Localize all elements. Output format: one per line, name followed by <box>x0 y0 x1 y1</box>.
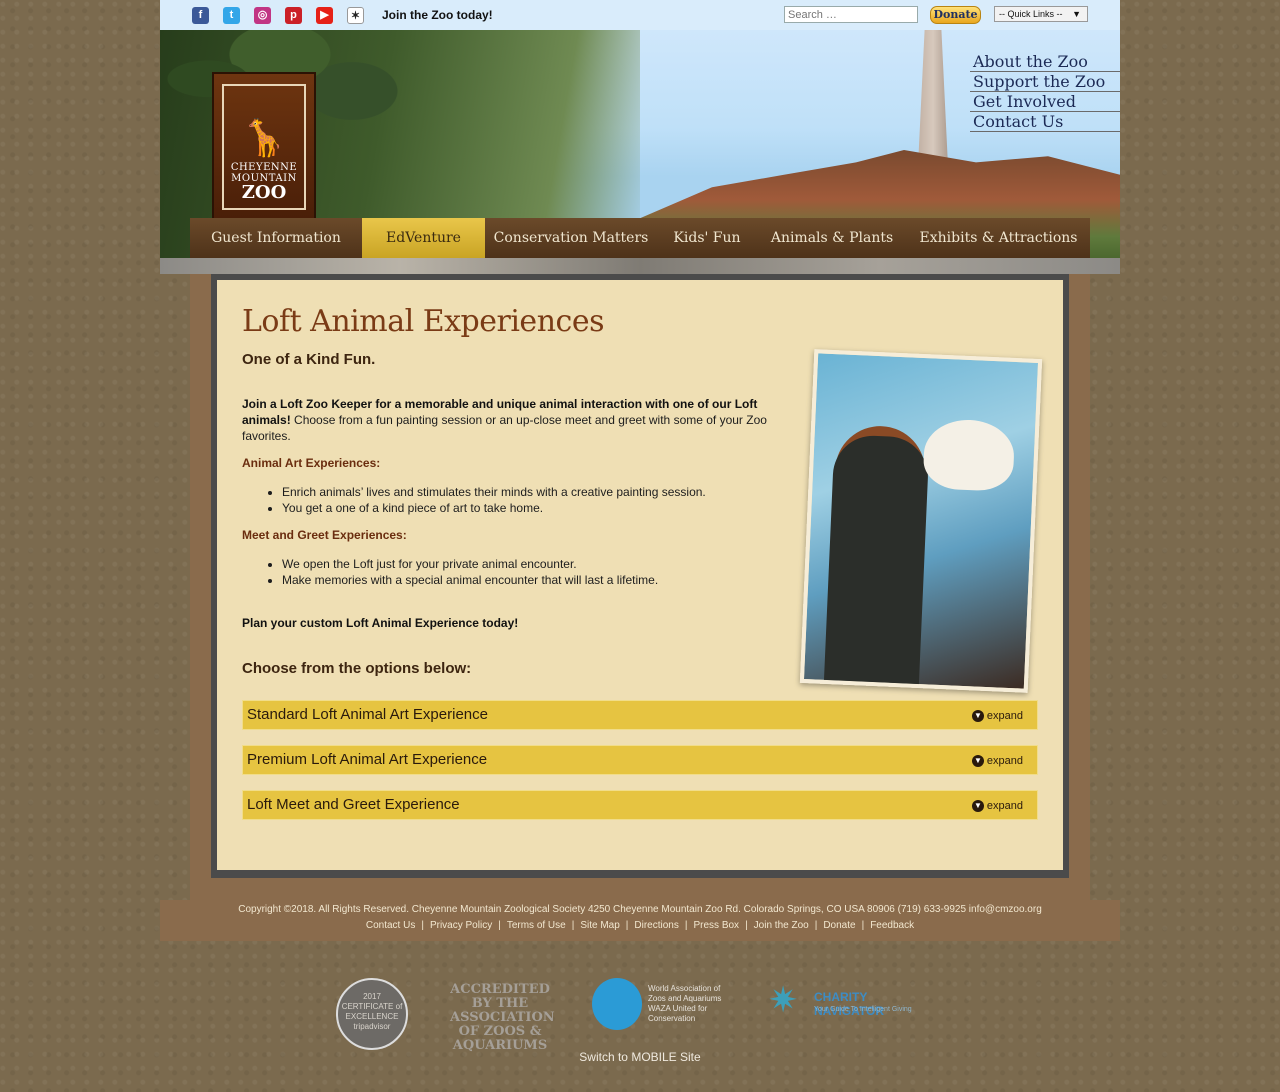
footer-link[interactable]: Privacy Policy <box>430 920 492 931</box>
expand-label: expand <box>986 755 1023 767</box>
copyright: Copyright ©2018. All Rights Reserved. Ch… <box>238 904 1042 915</box>
nav-animals-plants[interactable]: Animals & Plants <box>757 218 907 258</box>
accordion-title: Standard Loft Animal Art Experience <box>247 706 488 723</box>
nav-guest-information[interactable]: Guest Information <box>190 218 362 258</box>
header-banner: 🦒 CHEYENNE MOUNTAIN ZOO About the Zoo Su… <box>160 30 1120 274</box>
footer-links: Contact Us | Privacy Policy | Terms of Use | S… <box>160 920 1120 931</box>
join-zoo-link[interactable]: Join the Zoo today! <box>382 8 493 22</box>
charity-name: CHARITY NAVIGATOR <box>814 990 885 1018</box>
intro-text: Join a Loft Zoo Keeper for a memorable a… <box>242 396 782 444</box>
expand-toggle[interactable]: ▼ expand <box>971 755 1023 767</box>
art-heading: Animal Art Experiences: <box>242 456 381 470</box>
photo-owl <box>922 418 1016 492</box>
page-title: Loft Animal Experiences <box>242 304 604 339</box>
link-separator: | <box>861 920 865 931</box>
link-separator: | <box>571 920 575 931</box>
quick-links-label: -- Quick Links -- <box>999 9 1063 19</box>
art-list: Enrich animals’ lives and stimulates the… <box>282 484 706 516</box>
link-separator: | <box>498 920 501 931</box>
chevron-down-icon: ▼ <box>971 800 984 812</box>
compass-star-icon: ✷ <box>768 979 799 1020</box>
photo-person <box>823 434 930 693</box>
accordion-premium-art[interactable]: Premium Loft Animal Art Experience ▼ expa… <box>242 745 1038 775</box>
menu-contact[interactable]: Contact Us <box>970 112 1120 132</box>
donate-button[interactable]: Donate <box>930 6 981 24</box>
footer: Copyright ©2018. All Rights Reserved. Ch… <box>160 900 1120 941</box>
nav-kids-fun[interactable]: Kids' Fun <box>657 218 757 258</box>
main-content: Loft Animal Experiences One of a Kind Fu… <box>217 280 1063 870</box>
main-nav: Guest Information EdVenture Conservation… <box>190 218 1090 258</box>
link-separator: | <box>814 920 818 931</box>
choose-heading: Choose from the options below: <box>242 660 472 677</box>
expand-label: expand <box>986 800 1023 812</box>
footer-link[interactable]: Donate <box>823 920 855 931</box>
giraffe-logo-icon: 🦒 <box>241 117 287 158</box>
aza-badge[interactable]: ACCREDITED BY THE ASSOCIATION OF ZOOS & … <box>450 983 555 1053</box>
footer-link[interactable]: Site Map <box>580 920 619 931</box>
top-bar: ft ◎ p ▶ ✶ Join the Zoo today! Donate -- Qui… <box>160 0 1120 30</box>
expand-label: expand <box>986 710 1023 722</box>
meet-list: We open the Loft just for your private a… <box>282 556 658 588</box>
chevron-down-icon: ▼ <box>1072 9 1081 19</box>
footer-link[interactable]: Feedback <box>870 920 914 931</box>
page-subtitle: One of a Kind Fun. <box>242 351 376 368</box>
intro-rest: Choose from a fun painting session or an… <box>242 413 767 443</box>
logo-text-line3: ZOO <box>241 182 287 203</box>
logo-text-line1: CHEYENNE <box>230 162 298 173</box>
list-item: We open the Loft just for your private a… <box>282 556 658 572</box>
menu-get-involved[interactable]: Get Involved <box>970 92 1120 112</box>
list-item: You get a one of a kind piece of art to … <box>282 500 706 516</box>
footer-link[interactable]: Terms of Use <box>507 920 566 931</box>
link-separator: | <box>421 920 424 931</box>
giraffe-icon[interactable]: ✶ <box>347 7 364 24</box>
menu-about[interactable]: About the Zoo <box>970 52 1120 72</box>
footer-link[interactable]: Join the Zoo <box>754 920 809 931</box>
facebook-icon[interactable]: f <box>192 7 209 24</box>
accordion-title: Premium Loft Animal Art Experience <box>247 751 488 768</box>
expand-toggle[interactable]: ▼ expand <box>971 710 1023 722</box>
pinterest-icon[interactable]: p <box>285 7 302 24</box>
chevron-down-icon: ▼ <box>971 755 984 767</box>
expand-toggle[interactable]: ▼ expand <box>971 800 1023 812</box>
rock-divider <box>160 258 1120 274</box>
instagram-icon[interactable]: ◎ <box>254 7 271 24</box>
plan-text: Plan your custom Loft Animal Experience … <box>242 616 519 630</box>
list-item: Make memories with a special animal enco… <box>282 572 658 588</box>
footer-link[interactable]: Press Box <box>693 920 739 931</box>
link-separator: | <box>684 920 688 931</box>
nav-conservation-matters[interactable]: Conservation Matters <box>485 218 657 258</box>
zoo-logo[interactable]: 🦒 CHEYENNE MOUNTAIN ZOO <box>212 72 316 220</box>
content-frame: Loft Animal Experiences One of a Kind Fu… <box>190 274 1090 900</box>
nav-exhibits-attractions[interactable]: Exhibits & Attractions <box>907 218 1090 258</box>
charity-tagline: Your Guide To Intelligent Giving <box>814 1006 912 1013</box>
waza-logo-icon <box>592 978 642 1030</box>
waza-badge[interactable]: World Association of Zoos and Aquariums … <box>592 978 722 1030</box>
accordion-meet-greet[interactable]: Loft Meet and Greet Experience ▼ expand <box>242 790 1038 820</box>
accordion-standard-art[interactable]: Standard Loft Animal Art Experience ▼ exp… <box>242 700 1038 730</box>
search-input[interactable] <box>784 6 918 23</box>
quick-links-select[interactable]: -- Quick Links -- ▼ <box>994 6 1088 22</box>
secondary-menu: About the Zoo Support the Zoo Get Involv… <box>970 52 1120 132</box>
waza-text: World Association of Zoos and Aquariums … <box>648 984 722 1023</box>
social-links: f t ◎ p ▶ ✶ <box>192 7 364 24</box>
chevron-down-icon: ▼ <box>971 710 984 722</box>
meet-heading: Meet and Greet Experiences: <box>242 528 407 542</box>
menu-support[interactable]: Support the Zoo <box>970 72 1120 92</box>
accordion-title: Loft Meet and Greet Experience <box>247 796 460 813</box>
keeper-owl-photo <box>799 349 1043 693</box>
footer-link[interactable]: Directions <box>634 920 678 931</box>
link-separator: | <box>625 920 629 931</box>
switch-mobile-link[interactable]: Switch to MOBILE Site <box>0 1050 1280 1064</box>
nav-edventure[interactable]: EdVenture <box>362 218 485 258</box>
tripadvisor-badge[interactable]: 2017 CERTIFICATE of EXCELLENCE tripadvis… <box>336 978 408 1050</box>
twitter-icon[interactable]: t <box>223 7 240 24</box>
partner-badges: 2017 CERTIFICATE of EXCELLENCE tripadvis… <box>0 975 1280 1055</box>
footer-link[interactable]: Contact Us <box>366 920 415 931</box>
list-item: Enrich animals’ lives and stimulates the… <box>282 484 706 500</box>
tower-image <box>918 30 948 160</box>
link-separator: | <box>745 920 748 931</box>
youtube-icon[interactable]: ▶ <box>316 7 333 24</box>
